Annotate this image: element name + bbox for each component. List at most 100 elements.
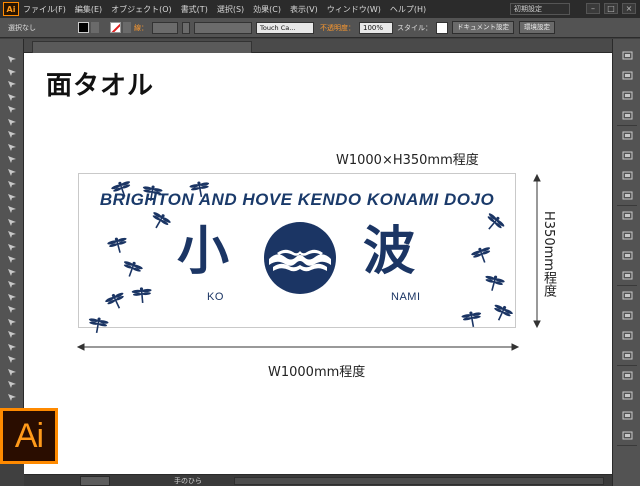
rotate-tool-icon[interactable]	[6, 205, 18, 214]
eyedropper-icon[interactable]	[6, 305, 18, 314]
brush-definition[interactable]: Touch Ca...	[256, 21, 314, 34]
shape-builder-icon[interactable]	[6, 255, 18, 264]
romaji-ko: KO	[207, 291, 224, 303]
mesh-tool-icon[interactable]	[6, 280, 18, 289]
lasso-icon[interactable]	[6, 93, 18, 102]
dragonfly-icon	[105, 233, 131, 256]
control-bar: 選択なし 線： Touch Ca... 不透明度： 100% スタイル： ドキュ…	[0, 18, 640, 38]
swatches-icon[interactable]	[622, 91, 633, 100]
transform-icon[interactable]	[622, 371, 633, 380]
blend-tool-icon[interactable]	[6, 318, 18, 327]
selection-status: 選択なし	[8, 23, 36, 32]
opacity-label[interactable]: 不透明度：	[320, 23, 355, 33]
eraser-icon[interactable]	[6, 193, 18, 202]
color-guide-icon[interactable]	[622, 71, 633, 80]
free-transform-icon[interactable]	[6, 243, 18, 252]
align-icon[interactable]	[622, 351, 633, 360]
character-icon[interactable]	[622, 291, 633, 300]
type-tool-icon[interactable]	[6, 118, 18, 127]
perspective-grid-icon[interactable]	[6, 268, 18, 277]
stroke-swatch[interactable]	[110, 22, 121, 33]
menu-edit[interactable]: 編集(E)	[75, 4, 102, 15]
document-tab-strip	[24, 39, 612, 53]
dragonfly-icon	[102, 288, 130, 314]
pencil-icon[interactable]	[6, 168, 18, 177]
layers-icon[interactable]	[622, 251, 633, 260]
towel-design[interactable]: BRIGHTON AND HOVE KENDO KONAMI DOJO 小 波 …	[78, 173, 516, 334]
artboard-canvas[interactable]: 面タオル W1000×H350mm程度 W1000mm程度 H350mm程度 B…	[24, 53, 612, 474]
slice-tool-icon[interactable]	[6, 368, 18, 377]
magic-wand-icon[interactable]	[6, 80, 18, 89]
illustrator-window: Ai ファイル(F) 編集(E) オブジェクト(O) 書式(T) 選択(S) 効…	[0, 0, 640, 486]
workspace-switcher[interactable]: 初期設定	[510, 3, 570, 15]
fill-swatch[interactable]	[78, 22, 89, 33]
dragonfly-icon	[488, 300, 516, 326]
navigator-icon[interactable]	[622, 431, 633, 440]
artboard-tool-icon[interactable]	[6, 355, 18, 364]
menu-type[interactable]: 書式(T)	[181, 4, 208, 15]
width-tool-icon[interactable]	[6, 230, 18, 239]
menu-effect[interactable]: 効果(C)	[253, 4, 281, 15]
panel-separator	[617, 205, 637, 206]
dragonfly-icon	[140, 182, 165, 204]
dragonfly-icon	[460, 308, 485, 330]
stroke-weight-dropdown[interactable]	[182, 21, 190, 34]
graphic-style-swatch[interactable]	[436, 21, 448, 34]
menu-help[interactable]: ヘルプ(H)	[390, 4, 426, 15]
menu-window[interactable]: ウィンドウ(W)	[327, 4, 381, 15]
stroke-icon[interactable]	[622, 151, 633, 160]
menu-view[interactable]: 表示(V)	[290, 4, 318, 15]
scale-tool-icon[interactable]	[6, 218, 18, 227]
dragonfly-icon	[146, 208, 174, 235]
document-tab[interactable]	[32, 41, 252, 53]
hand-tool-icon[interactable]	[6, 380, 18, 389]
symbols-icon[interactable]	[622, 131, 633, 140]
minimize-icon[interactable]: –	[586, 3, 600, 14]
preferences-button[interactable]: 環境設定	[519, 21, 555, 34]
menu-file[interactable]: ファイル(F)	[23, 4, 66, 15]
panel-separator	[617, 285, 637, 286]
transparency-icon[interactable]	[622, 191, 633, 200]
stroke-weight-field[interactable]	[152, 21, 178, 34]
symbol-sprayer-icon[interactable]	[6, 330, 18, 339]
color-panel-icon[interactable]	[622, 51, 633, 60]
romaji-nami: NAMI	[391, 291, 421, 303]
blob-brush-icon[interactable]	[6, 180, 18, 189]
artboards-icon[interactable]	[622, 271, 633, 280]
opacity-field[interactable]: 100%	[359, 21, 393, 34]
pen-tool-icon[interactable]	[6, 105, 18, 114]
stroke-label[interactable]: 線：	[134, 23, 148, 33]
graphic-styles-icon[interactable]	[622, 231, 633, 240]
gradient-tool-icon[interactable]	[6, 293, 18, 302]
document-setup-button[interactable]: ドキュメント設定	[452, 21, 514, 34]
paintbrush-icon[interactable]	[6, 155, 18, 164]
rectangle-tool-icon[interactable]	[6, 143, 18, 152]
opentype-icon[interactable]	[622, 331, 633, 340]
horizontal-scrollbar[interactable]	[234, 477, 604, 485]
stroke-dropdown[interactable]	[123, 22, 131, 33]
line-tool-icon[interactable]	[6, 130, 18, 139]
gradient-icon[interactable]	[622, 171, 633, 180]
column-graph-icon[interactable]	[6, 343, 18, 352]
menu-object[interactable]: オブジェクト(O)	[111, 4, 172, 15]
zoom-field[interactable]	[80, 476, 110, 486]
direct-selection-tool-icon[interactable]	[6, 68, 18, 77]
tools-panel	[0, 39, 24, 454]
variable-width-profile[interactable]	[194, 21, 252, 34]
selection-tool-icon[interactable]	[6, 55, 18, 64]
pathfinder-icon[interactable]	[622, 391, 633, 400]
links-icon[interactable]	[622, 411, 633, 420]
brushes-icon[interactable]	[622, 111, 633, 120]
menu-select[interactable]: 選択(S)	[217, 4, 244, 15]
close-icon[interactable]: ×	[622, 3, 636, 14]
paragraph-icon[interactable]	[622, 311, 633, 320]
wave-crest-icon	[264, 222, 336, 294]
fill-dropdown[interactable]	[91, 22, 99, 33]
panel-dock	[612, 39, 640, 486]
dragonfly-icon	[130, 285, 153, 305]
maximize-icon[interactable]: □	[604, 3, 618, 14]
zoom-tool-icon[interactable]	[6, 393, 18, 402]
dragonfly-icon	[86, 314, 111, 336]
dragonfly-icon	[119, 257, 146, 281]
appearance-icon[interactable]	[622, 211, 633, 220]
